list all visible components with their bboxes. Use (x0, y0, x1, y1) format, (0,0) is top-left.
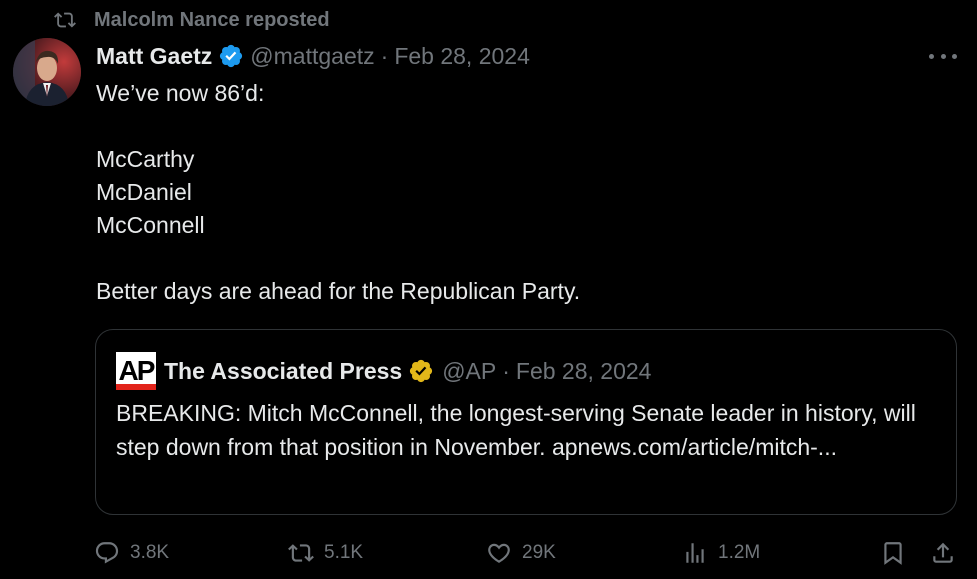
views-count: 1.2M (718, 542, 761, 563)
quoted-tweet-text: BREAKING: Mitch McConnell, the longest-s… (116, 400, 916, 460)
repost-count: 5.1K (324, 542, 364, 563)
tweet-line: We’ve now 86’d: (96, 80, 265, 106)
repost-icon (288, 544, 314, 562)
tweet-line: McDaniel (96, 179, 192, 205)
repost-label: Malcolm Nance reposted (94, 8, 330, 31)
tweet-line: Better days are ahead for the Republican… (96, 278, 581, 304)
tweet-line: McCarthy (96, 146, 195, 172)
heart-icon (488, 543, 510, 563)
avatar[interactable] (13, 38, 81, 106)
tweet-date[interactable]: Feb 28, 2024 (394, 43, 530, 70)
repost-context[interactable]: Malcolm Nance reposted (54, 6, 330, 34)
more-options-icon[interactable] (929, 46, 957, 66)
verified-badge-icon[interactable] (218, 43, 244, 69)
author-handle[interactable]: @mattgaetz (250, 43, 374, 70)
reply-count: 3.8K (130, 542, 170, 563)
tweet-line: McConnell (96, 212, 205, 238)
quoted-author-name[interactable]: The Associated Press (164, 358, 402, 385)
views-chart-icon (686, 543, 704, 563)
svg-text:AP: AP (119, 355, 155, 386)
separator-dot: · (380, 42, 389, 69)
tweet-line (96, 242, 956, 275)
tweet-text: We’ve now 86’d: McCarthy McDaniel McConn… (96, 77, 956, 308)
tweet-line (96, 110, 956, 143)
tweet-header: Matt Gaetz @mattgaetz · Feb 28, 2024 (96, 40, 530, 72)
reply-button[interactable]: 3.8K (94, 536, 169, 570)
bookmark-icon (884, 542, 902, 565)
quoted-tweet-card[interactable]: AP The Associated Press @AP · Feb 28, 20… (95, 329, 957, 515)
quoted-tweet-header: AP The Associated Press @AP · Feb 28, 20… (116, 352, 651, 390)
share-button[interactable] (930, 536, 956, 570)
share-icon (933, 542, 953, 563)
tweet-actions: 3.8K 5.1K 29K 1.2M (94, 536, 960, 570)
reply-icon (95, 542, 119, 564)
author-name[interactable]: Matt Gaetz (96, 43, 212, 70)
verified-gold-badge-icon[interactable] (408, 358, 434, 384)
ap-logo[interactable]: AP (116, 352, 156, 390)
repost-icon (54, 12, 76, 28)
like-button[interactable]: 29K (486, 536, 556, 570)
bookmark-button[interactable] (880, 536, 906, 570)
repost-button[interactable]: 5.1K (288, 536, 363, 570)
quoted-author-handle[interactable]: @AP (442, 358, 496, 385)
like-count: 29K (522, 542, 556, 563)
separator-dot: · (502, 357, 510, 384)
avatar-image (13, 38, 81, 106)
quoted-tweet-date[interactable]: Feb 28, 2024 (516, 358, 652, 385)
views-button[interactable]: 1.2M (682, 536, 760, 570)
